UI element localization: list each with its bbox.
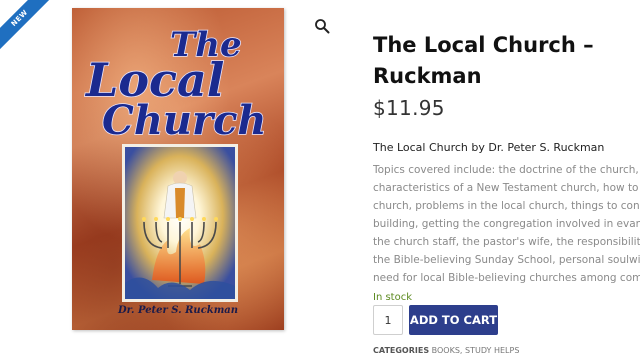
product-categories: CATEGORIES BOOKS, STUDY HELPS (373, 346, 519, 355)
product-description: Topics covered include: the doctrine of … (373, 161, 640, 287)
product-title: The Local Church – Ruckman (373, 33, 594, 88)
description-line: the Bible-believing Sunday School, perso… (373, 254, 640, 266)
description-heading: The Local Church by Dr. Peter S. Ruckman (373, 141, 605, 154)
categories-label: CATEGORIES (373, 346, 430, 355)
description-line: building, getting the congregation invol… (373, 218, 640, 230)
categories-links[interactable]: BOOKS, STUDY HELPS (432, 346, 520, 355)
magnifier-icon[interactable] (314, 18, 330, 34)
description-line: Topics covered include: the doctrine of … (373, 164, 640, 176)
cover-painting (122, 144, 238, 302)
product-price: $11.95 (373, 96, 445, 120)
description-line: church, problems in the local church, th… (373, 200, 640, 212)
cover-title-line3: Church (102, 97, 267, 144)
description-line: characteristics of a New Testament churc… (373, 182, 640, 194)
description-line: the church staff, the pastor's wife, the… (373, 236, 640, 248)
add-to-cart-button[interactable]: ADD TO CART (409, 305, 498, 335)
cover-title: The Local Church (83, 24, 267, 145)
cover-author: Dr. Peter S. Ruckman (117, 305, 238, 316)
quantity-input[interactable] (373, 305, 403, 335)
description-line: need for local Bible-believing churches … (373, 272, 640, 284)
new-badge: NEW (0, 0, 60, 60)
product-image[interactable]: The Local Church Dr. Peter S. Ruckman (72, 8, 284, 330)
book-cover-art: The Local Church Dr. Peter S. Ruckman (83, 24, 267, 316)
new-badge-label: NEW (0, 0, 56, 54)
stock-status: In stock (373, 292, 413, 303)
